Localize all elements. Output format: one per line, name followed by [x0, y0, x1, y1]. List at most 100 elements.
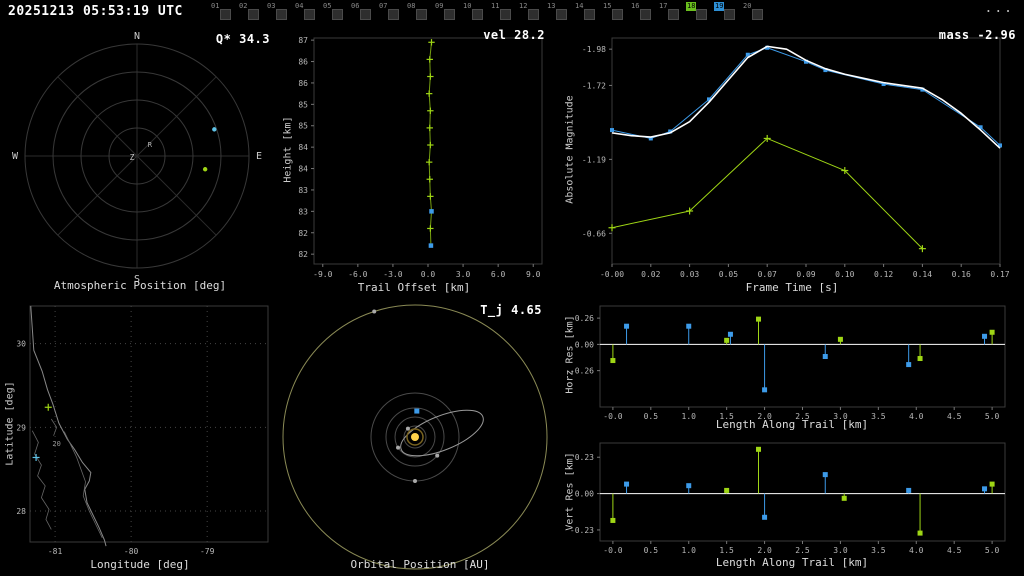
- polar-grid: NSEW ZR: [12, 31, 262, 285]
- svg-text:0.26: 0.26: [575, 314, 594, 323]
- orbit-chart: [282, 304, 548, 570]
- horz-res-ylabel: Horz Res [km]: [564, 315, 576, 394]
- frame-image-thumb[interactable]: [668, 9, 679, 20]
- atmospheric-position-plot: NSEW ZR: [12, 31, 262, 285]
- planet-dot-earth: [435, 453, 440, 458]
- frame-image-thumb[interactable]: [248, 9, 259, 20]
- frame-image-thumb[interactable]: [696, 9, 707, 20]
- frame-number: 19: [714, 2, 725, 11]
- svg-text:-0.00: -0.00: [600, 270, 624, 279]
- frame-number: 08: [407, 2, 416, 10]
- frame-image-thumb[interactable]: [724, 9, 735, 20]
- svg-text:-6.0: -6.0: [348, 270, 367, 279]
- frame-thumbnail-04[interactable]: 04: [294, 2, 322, 24]
- frame-thumbnail-19[interactable]: 19: [714, 2, 742, 24]
- frame-thumbnail-16[interactable]: 16: [630, 2, 658, 24]
- frame-thumbnail-01[interactable]: 01: [210, 2, 238, 24]
- svg-text:-1.98: -1.98: [582, 45, 606, 54]
- overflow-menu-button[interactable]: ...: [985, 1, 1014, 16]
- svg-text:-9.0: -9.0: [313, 270, 332, 279]
- vert-res-ylabel: Vert Res [km]: [564, 452, 576, 531]
- sun: [411, 433, 419, 441]
- frame-number: 15: [603, 2, 612, 10]
- svg-text:0.00: 0.00: [575, 340, 594, 349]
- svg-text:0.05: 0.05: [719, 270, 738, 279]
- svg-text:85: 85: [298, 100, 308, 109]
- svg-text:4.0: 4.0: [909, 546, 924, 555]
- frame-image-thumb[interactable]: [556, 9, 567, 20]
- svg-text:2.5: 2.5: [795, 546, 810, 555]
- frame-image-thumb[interactable]: [584, 9, 595, 20]
- svg-text:82: 82: [298, 229, 308, 238]
- frame-number: 06: [351, 2, 360, 10]
- mass-readout: mass -2.96: [938, 28, 1016, 42]
- frame-image-thumb[interactable]: [752, 9, 763, 20]
- svg-text:-79: -79: [200, 547, 215, 556]
- frame-image-thumb[interactable]: [360, 9, 371, 20]
- frame-thumbnail-08[interactable]: 08: [406, 2, 434, 24]
- frame-number: 20: [743, 2, 752, 10]
- frame-thumbnail-11[interactable]: 11: [490, 2, 518, 24]
- frame-number: 12: [519, 2, 528, 10]
- frame-thumbnail-09[interactable]: 09: [434, 2, 462, 24]
- frame-image-thumb[interactable]: [276, 9, 287, 20]
- coastline: [30, 305, 107, 547]
- frame-image-thumb[interactable]: [220, 9, 231, 20]
- frame-number: 10: [463, 2, 472, 10]
- trail-offset-plot: -9.0 -6.0 -3.0 0.0 3.0 6.0 9.0 87 86 86 85 85 84 84 83…: [298, 36, 543, 279]
- svg-text:R: R: [148, 141, 153, 149]
- svg-text:83: 83: [298, 186, 308, 195]
- frame-image-thumb[interactable]: [472, 9, 483, 20]
- frame-thumbnail-12[interactable]: 12: [518, 2, 546, 24]
- planet-dot-mars: [413, 479, 417, 483]
- frame-number: 18: [686, 2, 697, 11]
- frame-thumbnail-06[interactable]: 06: [350, 2, 378, 24]
- svg-text:83: 83: [298, 207, 308, 216]
- river-line: [31, 430, 52, 530]
- frame-image-thumb[interactable]: [444, 9, 455, 20]
- svg-text:28: 28: [16, 507, 26, 516]
- frame-thumbnail-15[interactable]: 15: [602, 2, 630, 24]
- light-curve-chart: -0.00 0.02 0.03 0.05 0.07 0.09 0.10 0.12 0.14 0.1…: [582, 37, 1010, 279]
- frame-thumbnail-07[interactable]: 07: [378, 2, 406, 24]
- observation-point: [212, 127, 217, 132]
- polar-caption: Atmospheric Position [deg]: [53, 279, 227, 292]
- svg-text:86: 86: [298, 58, 308, 67]
- frame-thumbnail-14[interactable]: 14: [574, 2, 602, 24]
- frame-image-thumb[interactable]: [612, 9, 623, 20]
- frame-thumbnail-18[interactable]: 18: [686, 2, 714, 24]
- svg-text:2.0: 2.0: [757, 546, 772, 555]
- svg-text:0.10: 0.10: [835, 270, 854, 279]
- svg-text:4.5: 4.5: [947, 546, 962, 555]
- frame-thumbnail-13[interactable]: 13: [546, 2, 574, 24]
- frame-thumbnail-02[interactable]: 02: [238, 2, 266, 24]
- svg-text:3.5: 3.5: [871, 546, 886, 555]
- frame-image-thumb[interactable]: [332, 9, 343, 20]
- trail-chart: -9.0 -6.0 -3.0 0.0 3.0 6.0 9.0 87 86 86 85 85 84 84 83…: [298, 36, 543, 279]
- frame-image-thumb[interactable]: [388, 9, 399, 20]
- frame-thumbnail-10[interactable]: 10: [462, 2, 490, 24]
- frame-thumbnail-17[interactable]: 17: [658, 2, 686, 24]
- frame-image-thumb[interactable]: [500, 9, 511, 20]
- frame-number: 14: [575, 2, 584, 10]
- frame-thumbnail-05[interactable]: 05: [322, 2, 350, 24]
- frame-number: 02: [239, 2, 248, 10]
- frame-thumbnail-03[interactable]: 03: [266, 2, 294, 24]
- svg-text:-1.72: -1.72: [582, 81, 606, 90]
- q-star-readout: Q* 34.3: [215, 32, 270, 46]
- svg-text:0.12: 0.12: [874, 270, 893, 279]
- frame-image-thumb[interactable]: [304, 9, 315, 20]
- svg-text:9.0: 9.0: [526, 270, 541, 279]
- frame-thumbnail-20[interactable]: 20: [742, 2, 770, 24]
- svg-text:-0.66: -0.66: [582, 229, 606, 238]
- horz-res-xlabel: Length Along Trail [km]: [715, 418, 869, 431]
- svg-text:0.0: 0.0: [421, 270, 436, 279]
- frame-image-thumb[interactable]: [640, 9, 651, 20]
- frame-image-thumb[interactable]: [416, 9, 427, 20]
- frame-number: 13: [547, 2, 556, 10]
- svg-text:29: 29: [16, 423, 26, 432]
- svg-text:82: 82: [298, 250, 308, 259]
- svg-text:0.07: 0.07: [758, 270, 777, 279]
- map-xlabel: Longitude [deg]: [90, 558, 190, 571]
- frame-image-thumb[interactable]: [528, 9, 539, 20]
